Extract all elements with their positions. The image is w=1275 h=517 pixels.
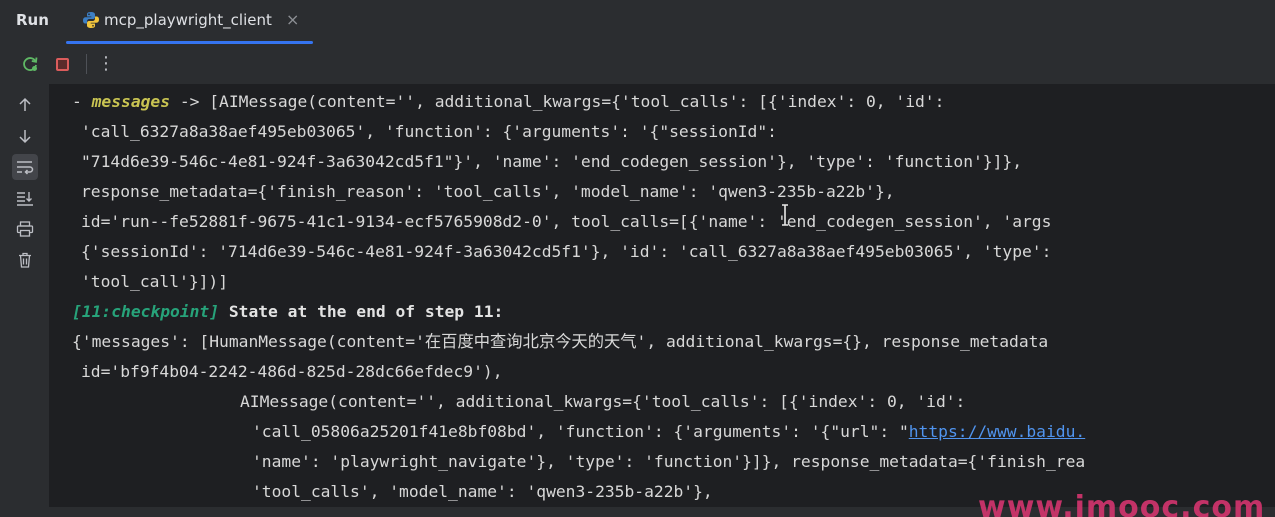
toolbar-separator (86, 54, 87, 74)
tab-mcp-playwright-client[interactable]: mcp_playwright_client × (66, 0, 313, 44)
console-line: 'call_6327a8a38aef495eb03065', 'function… (81, 122, 777, 141)
more-vertical-icon: ⋮ (97, 53, 115, 74)
line-text: -> [AIMessage(content='', additional_kwa… (170, 92, 945, 111)
soft-wrap-button[interactable] (12, 154, 38, 180)
arrow-down-icon (19, 130, 31, 144)
line-prefix: - (72, 92, 92, 111)
scroll-up-button[interactable] (12, 92, 38, 118)
url-link[interactable]: https://www.baidu. (909, 422, 1085, 441)
clear-all-button[interactable] (12, 247, 38, 273)
checkpoint-text: State at the end of step 11: (219, 302, 504, 321)
console-line: - messages -> [AIMessage(content='', add… (72, 87, 944, 117)
console-line: AIMessage(content='', additional_kwargs=… (240, 392, 966, 411)
python-icon (83, 12, 99, 28)
scroll-to-end-icon (17, 192, 33, 206)
watermark: www.imooc.com (978, 490, 1266, 517)
run-toolbar: ⋮ (0, 44, 1275, 84)
tab-label: mcp_playwright_client (104, 11, 272, 29)
console-line: response_metadata={'finish_reason': 'too… (81, 182, 895, 201)
console-line: 'call_05806a25201f41e8bf08bd', 'function… (252, 417, 1085, 447)
tool-window-header: Run mcp_playwright_client × (0, 0, 1275, 44)
rerun-button[interactable] (20, 54, 40, 74)
checkpoint-tag: [11:checkpoint] (72, 302, 220, 321)
console-line: 'tool_calls', 'model_name': 'qwen3-235b-… (252, 482, 713, 501)
console-output[interactable]: - messages -> [AIMessage(content='', add… (49, 84, 1275, 517)
print-button[interactable] (12, 216, 38, 242)
print-icon (16, 221, 34, 237)
stop-icon (55, 57, 69, 71)
console-line: id='bf9f4b04-2242-486d-825d-28dc66efdec9… (81, 362, 503, 381)
scroll-to-end-button[interactable] (12, 185, 38, 211)
console-line: {'sessionId': '714d6e39-546c-4e81-924f-3… (81, 242, 1052, 261)
console-line: {'messages': [HumanMessage(content='在百度中… (72, 332, 1049, 351)
close-tab-icon[interactable]: × (286, 10, 299, 29)
text-cursor-icon (782, 204, 788, 226)
soft-wrap-icon (17, 161, 34, 175)
console-line: "714d6e39-546c-4e81-924f-3a63042cd5f1"}'… (81, 152, 1023, 171)
console-line: 'tool_call'}])] (81, 272, 229, 291)
scroll-down-button[interactable] (12, 123, 38, 149)
rerun-icon (23, 57, 38, 71)
trash-icon (19, 252, 31, 268)
console-side-toolbar (0, 84, 49, 517)
arrow-up-icon (19, 97, 31, 111)
console-line: 'name': 'playwright_navigate'}, 'type': … (252, 452, 1086, 471)
more-options-button[interactable]: ⋮ (96, 54, 116, 74)
console-line: [11:checkpoint] State at the end of step… (72, 297, 503, 327)
line-text: 'call_05806a25201f41e8bf08bd', 'function… (252, 422, 909, 441)
stop-button[interactable] (52, 54, 72, 74)
messages-key: messages (91, 92, 171, 111)
console-line: id='run--fe52881f-9675-41c1-9134-ecf5765… (81, 212, 1052, 231)
run-tool-window-title: Run (16, 11, 49, 29)
